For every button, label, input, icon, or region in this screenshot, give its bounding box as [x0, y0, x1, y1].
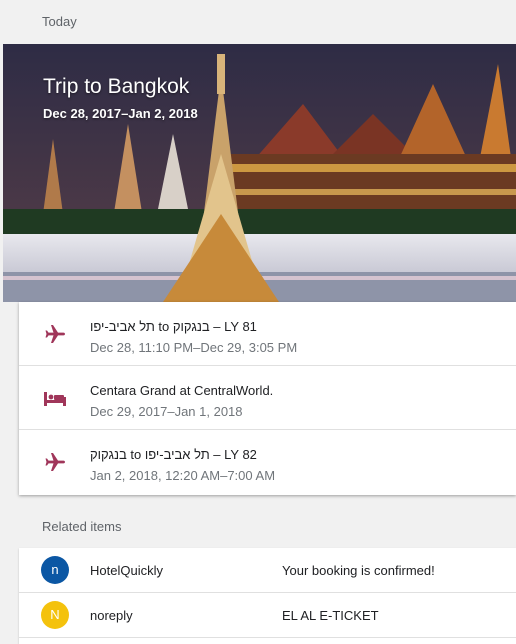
related-sender: noreply [90, 608, 133, 623]
related-items-list: n HotelQuickly Your booking is confirmed… [19, 548, 516, 644]
hotel-item-centara[interactable]: Centara Grand at CentralWorld. Dec 29, 2… [19, 366, 516, 430]
today-section-header: Today [42, 14, 77, 29]
hotel-title: Centara Grand at CentralWorld. [90, 383, 274, 398]
avatar: N [41, 601, 69, 629]
flight-title: תל אביב-יפו to בנגקוק – LY 81 [90, 319, 257, 334]
related-sender: HotelQuickly [90, 563, 163, 578]
flight-item-ly81[interactable]: תל אביב-יפו to בנגקוק – LY 81 Dec 28, 11… [19, 302, 516, 366]
trip-dates: Dec 28, 2017–Jan 2, 2018 [43, 106, 198, 121]
related-subject: Your booking is confirmed! [282, 563, 435, 578]
flight-title: בנגקוק to תל אביב-יפו – LY 82 [90, 447, 257, 462]
flight-item-ly82[interactable]: בנגקוק to תל אביב-יפו – LY 82 Jan 2, 201… [19, 430, 516, 494]
trip-title: Trip to Bangkok [43, 75, 190, 98]
related-item-hotelquickly[interactable]: n HotelQuickly Your booking is confirmed… [19, 548, 516, 593]
hotel-dates: Dec 29, 2017–Jan 1, 2018 [90, 404, 243, 419]
flight-times: Jan 2, 2018, 12:20 AM–7:00 AM [90, 468, 276, 483]
airplane-icon [45, 453, 65, 471]
avatar: n [41, 556, 69, 584]
hotel-bed-icon [44, 392, 66, 406]
trip-hero-banner[interactable]: Trip to Bangkok Dec 28, 2017–Jan 2, 2018 [3, 44, 516, 302]
related-item-noreply[interactable]: N noreply EL AL E-TICKET [19, 593, 516, 638]
related-items-header: Related items [42, 519, 122, 534]
related-subject: EL AL E-TICKET [282, 608, 379, 623]
flight-times: Dec 28, 11:10 PM–Dec 29, 3:05 PM [90, 340, 298, 355]
airplane-icon [45, 325, 65, 343]
trip-items-card: תל אביב-יפו to בנגקוק – LY 81 Dec 28, 11… [19, 302, 516, 495]
